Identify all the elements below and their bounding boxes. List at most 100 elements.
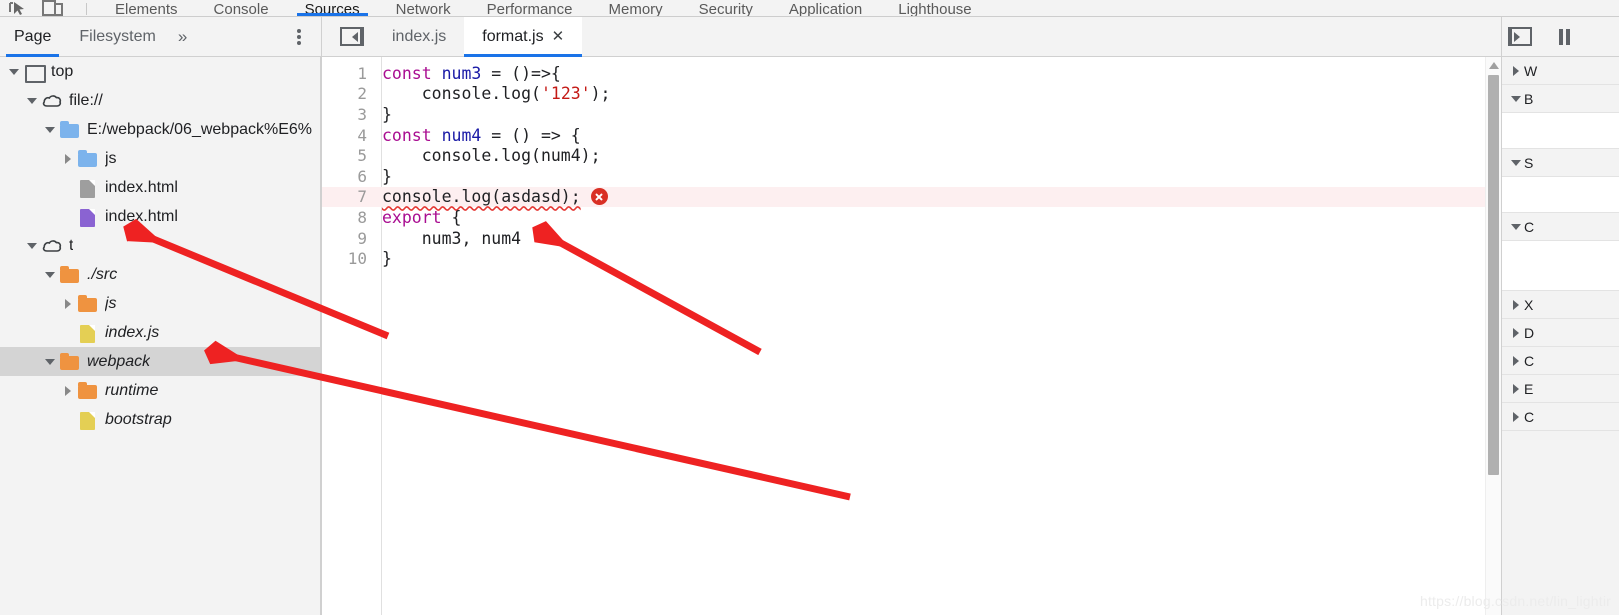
code-text[interactable]: const num4 = () => { [374,126,581,145]
folder-orange-icon [78,294,98,314]
scroll-up-arrow-icon[interactable] [1488,62,1499,69]
code-line[interactable]: 9 num3, num4 [322,228,1501,249]
code-text[interactable]: } [374,105,392,124]
tab-filesystem[interactable]: Filesystem [65,17,169,57]
devtools-tab-elements[interactable]: Elements [97,0,196,16]
tree-item[interactable]: E:/webpack/06_webpack%E6% [0,115,320,144]
editor-tab-format-js[interactable]: format.js ✕ [464,16,583,57]
code-text[interactable]: console.log('123'); [374,84,611,103]
tree-item[interactable]: top [0,57,320,86]
line-number[interactable]: 5 [322,146,374,165]
scrollbar-thumb[interactable] [1488,75,1499,475]
tree-item-label: t [69,236,74,254]
collapse-navigator-icon[interactable] [340,27,364,46]
code-line[interactable]: 6} [322,166,1501,187]
chevron-right-icon[interactable] [60,151,76,167]
line-number[interactable]: 10 [322,249,374,268]
code-text[interactable]: num3, num4 [374,229,521,248]
debugger-section-header[interactable]: C [1502,403,1619,431]
devtools-tab-security[interactable]: Security [681,0,771,16]
tree-item[interactable]: index.html [0,173,320,202]
inspect-element-icon[interactable] [8,0,28,16]
pause-script-execution-icon[interactable] [1558,28,1572,45]
code-content[interactable]: 1 const num3 = ()=>{2 console.log('123');… [322,63,1501,269]
code-text[interactable]: export { [374,208,461,227]
code-token: } [382,166,392,186]
code-editor[interactable]: 1 const num3 = ()=>{2 console.log('123');… [321,57,1501,615]
chevron-down-icon[interactable] [42,267,58,283]
debugger-section-header[interactable]: C [1502,347,1619,375]
tree-item[interactable]: js [0,144,320,173]
devtools-tab-network[interactable]: Network [378,0,469,16]
debugger-section-header[interactable]: S [1502,149,1619,177]
tree-item[interactable]: webpack [0,347,320,376]
line-number[interactable]: 2 [322,84,374,103]
editor-tab-index-js[interactable]: index.js [374,17,464,57]
tree-item-label: file:// [69,91,103,109]
code-text[interactable]: } [374,249,392,268]
code-text[interactable]: } [374,167,392,186]
line-number[interactable]: 3 [322,105,374,124]
devtools-tab-performance[interactable]: Performance [469,0,591,16]
code-text[interactable]: console.log(num4); [374,146,601,165]
code-token: const [382,125,432,145]
code-text[interactable]: console.log(asdasd); [374,187,608,206]
tree-item[interactable]: runtime [0,376,320,405]
debugger-section-header[interactable]: W [1502,57,1619,85]
tree-item[interactable]: file:// [0,86,320,115]
devtools-tab-console[interactable]: Console [196,0,287,16]
close-tab-icon[interactable]: ✕ [552,29,565,44]
line-number[interactable]: 9 [322,229,374,248]
chevron-down-icon[interactable] [24,93,40,109]
tree-item[interactable]: bootstrap [0,405,320,434]
code-line[interactable]: 10} [322,248,1501,269]
code-line[interactable]: 5 console.log(num4); [322,145,1501,166]
devtools-tab-memory[interactable]: Memory [591,0,681,16]
tree-item-label: top [51,62,74,80]
line-number[interactable]: 8 [322,208,374,227]
debugger-sidebar[interactable]: WBSCXDCEC [1501,57,1619,615]
line-number[interactable]: 7 [322,187,374,206]
debugger-section-header[interactable]: B [1502,85,1619,113]
tab-page[interactable]: Page [0,17,65,57]
code-line[interactable]: 4 const num4 = () => { [322,125,1501,146]
debugger-section-header[interactable]: E [1502,375,1619,403]
device-toolbar-icon[interactable] [42,0,63,16]
navigator-file-tree[interactable]: top file:// E:/webpack/06_webpack%E6% js ind… [0,57,321,615]
debugger-section-header[interactable]: C [1502,213,1619,241]
file-purple-icon [78,207,98,227]
chevron-down-icon[interactable] [42,354,58,370]
code-line[interactable]: 7 console.log(asdasd); [322,186,1501,208]
chevron-right-icon[interactable] [60,296,76,312]
tree-item[interactable]: index.html [0,202,320,231]
tree-item-label: index.js [105,323,160,341]
devtools-tab-sources[interactable]: Sources [287,0,378,16]
navigator-more-options-icon[interactable] [291,27,307,47]
devtools-tab-lighthouse[interactable]: Lighthouse [880,0,989,16]
code-line[interactable]: 1 const num3 = ()=>{ [322,63,1501,84]
code-text[interactable]: const num3 = ()=>{ [374,64,561,83]
tree-item[interactable]: ./src [0,260,320,289]
code-line[interactable]: 2 console.log('123'); [322,84,1501,105]
tree-item[interactable]: t [0,231,320,260]
tree-item[interactable]: js [0,289,320,318]
tree-item[interactable]: index.js [0,318,320,347]
expand-debugger-sidebar-icon[interactable] [1508,27,1532,46]
line-number[interactable]: 1 [322,64,374,83]
chevron-down-icon[interactable] [6,64,22,80]
debugger-section-header[interactable]: X [1502,291,1619,319]
frame-icon [24,62,44,82]
devtools-tab-application[interactable]: Application [771,0,880,16]
navigator-overflow-icon[interactable]: » [170,17,194,57]
chevron-down-icon[interactable] [42,122,58,138]
code-line[interactable]: 8 export { [322,207,1501,228]
chevron-right-icon[interactable] [60,383,76,399]
code-line[interactable]: 3} [322,104,1501,125]
error-marker-icon[interactable] [590,188,608,206]
line-number[interactable]: 4 [322,126,374,145]
chevron-down-icon[interactable] [24,238,40,254]
code-token: console.log(num4); [382,146,601,166]
line-number[interactable]: 6 [322,167,374,186]
debugger-section-header[interactable]: D [1502,319,1619,347]
editor-vertical-scrollbar[interactable] [1485,57,1501,615]
